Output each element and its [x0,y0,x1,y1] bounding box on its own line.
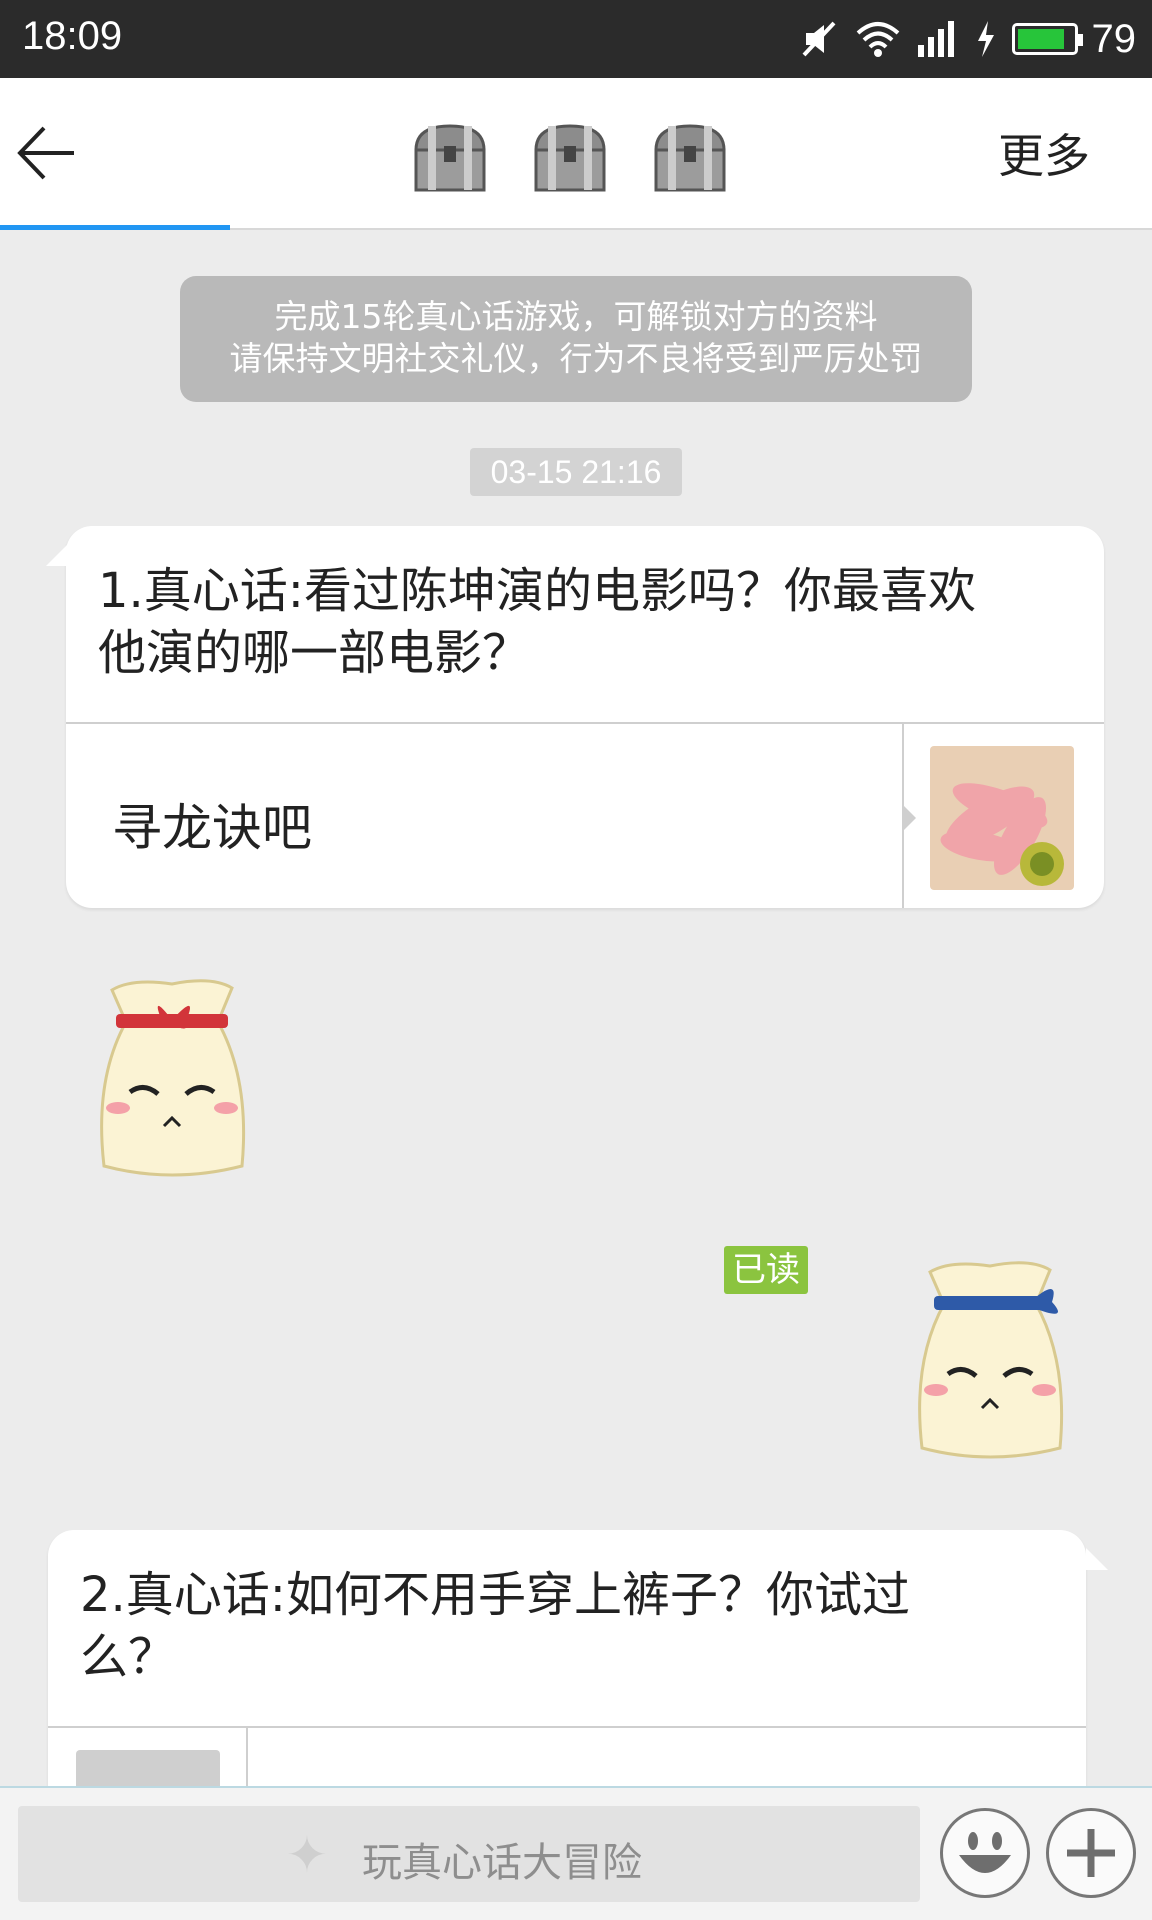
battery-icon [1011,23,1083,55]
flower-image [930,746,1074,890]
question-text: 1.真心话:看过陈坤演的电影吗？你最喜欢 他演的哪一部电影？ [98,563,976,681]
battery-level: 79 [1091,16,1137,61]
divider [48,1726,1086,1728]
bottom-input-bar: ✦ 玩真心话大冒险 [0,1786,1152,1920]
charging-icon [977,21,994,57]
bag-sticker-red-bow [100,979,246,1177]
add-button[interactable] [1046,1808,1136,1898]
emoji-button[interactable] [940,1808,1030,1898]
more-button[interactable]: 更多 [998,120,1090,186]
bag-sticker-blue-bow [918,1261,1064,1459]
signal-icon [917,21,954,57]
status-bar: 18:09 79 [0,0,1152,78]
game-progress-bar [0,225,230,230]
game-input-button[interactable]: ✦ 玩真心话大冒险 [18,1806,920,1902]
answer-text: 寻龙诀吧 [112,799,312,857]
arrow-left-icon[interactable] [16,118,80,188]
status-icons: 79 [800,14,1137,64]
smiley-icon [959,1832,1011,1873]
treasure-chest-icon[interactable] [408,120,492,196]
avatar[interactable] [930,746,1074,890]
bubble-tail [1086,1548,1108,1570]
status-time: 18:09 [22,14,123,58]
treasure-chests [408,120,732,196]
notice-line-2: 请保持文明社交礼仪，行为不良将受到严厉处罚 [229,339,923,378]
input-placeholder: 玩真心话大冒险 [362,1840,642,1886]
message-timestamp: 03-15 21:16 [470,448,682,496]
question-text: 2.真心话:如何不用手穿上裤子？你试过 么？ [80,1567,910,1685]
notice-line-1: 完成15轮真心话游戏，可解锁对方的资料 [274,297,878,336]
wifi-icon [856,22,899,57]
mute-icon [802,21,835,57]
plus-icon [1067,1829,1115,1877]
divider [66,722,1104,724]
treasure-chest-icon[interactable] [648,120,732,196]
read-badge: 已读 [724,1246,808,1294]
truth-question-card: 1.真心话:看过陈坤演的电影吗？你最喜欢 他演的哪一部电影？ 寻龙诀吧 [46,526,1104,908]
game-notice: 完成15轮真心话游戏，可解锁对方的资料 请保持文明社交礼仪，行为不良将受到严厉处… [180,276,972,402]
treasure-chest-icon[interactable] [528,120,612,196]
game-logo-icon: ✦ [286,1826,328,1884]
bubble-tail [46,544,68,566]
chat-header: 更多 [0,78,1152,230]
